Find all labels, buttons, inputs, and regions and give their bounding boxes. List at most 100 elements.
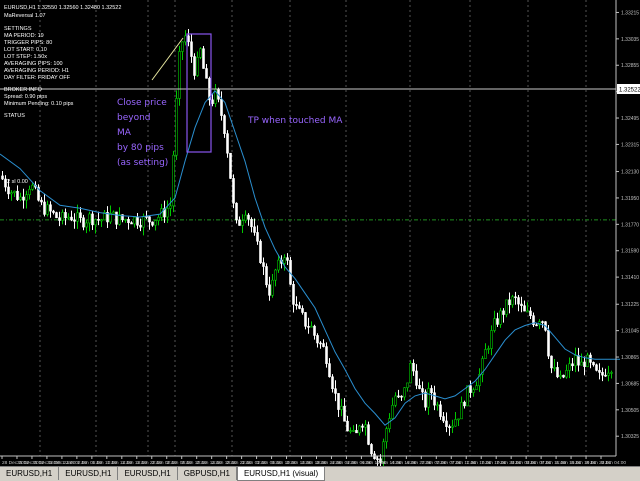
setting-averaging-pips: AVERAGING PIPS: 100 [4, 61, 63, 67]
candle-body [178, 51, 181, 99]
candle-body [58, 217, 61, 221]
candle-body [22, 196, 25, 201]
candle-body [25, 194, 28, 201]
candle-body [493, 318, 496, 331]
candle-body [124, 219, 127, 221]
candle-body [91, 213, 94, 226]
tab-gbpusd-h1[interactable]: GBPUSD,H1 [177, 467, 237, 480]
candle-body [166, 208, 169, 218]
candle-body [421, 388, 424, 393]
candle-body [142, 216, 145, 228]
candle-body [10, 192, 13, 195]
candle-body [256, 232, 259, 242]
candle-body [490, 330, 493, 349]
tab-eurusd-h1-1[interactable]: EURUSD,H1 [0, 467, 60, 480]
candle-body [562, 374, 565, 378]
candle-body [193, 56, 196, 76]
candle-body [358, 425, 361, 434]
setting-day-filter: DAY FILTER: FRIDAY OFF [4, 75, 71, 81]
y-tick-label: 1.30865 [621, 355, 639, 361]
candle-body [211, 99, 214, 104]
setting-ma-period: MA PERIOD: 19 [4, 33, 44, 39]
candle-body [232, 178, 235, 204]
candle-body [442, 416, 445, 422]
candle-body [175, 98, 178, 156]
y-tick-label: 1.31045 [621, 329, 639, 335]
candle-body [556, 367, 559, 378]
candle-body [16, 190, 19, 200]
candle-body [502, 310, 505, 315]
ea-name: MaReversal 1.07 [4, 13, 46, 19]
candle-body [571, 363, 574, 367]
candle-body [520, 303, 523, 307]
candle-body [199, 48, 202, 58]
candle-body [283, 257, 286, 264]
annotation-close-price-line5: (as setting) [117, 158, 168, 168]
setting-lot-start: LOT START: 0.10 [4, 47, 47, 53]
candle-body [466, 385, 469, 407]
candle-body [310, 325, 313, 328]
candle-body [136, 216, 139, 226]
candle-body [607, 372, 610, 376]
candle-body [253, 226, 256, 233]
setting-trigger-pips: TRIGGER PIPS: 80 [4, 40, 52, 46]
candle-body [454, 419, 457, 427]
candle-body [274, 269, 277, 281]
candle-body [235, 202, 238, 221]
candle-body [547, 329, 550, 357]
candle-body [550, 355, 553, 369]
candle-body [127, 219, 130, 224]
candle-body [88, 213, 91, 224]
y-tick-label: 1.32130 [621, 170, 639, 176]
candle-body [388, 418, 391, 429]
y-tick-label: 1.32315 [621, 142, 639, 148]
candle-body [583, 361, 586, 367]
candle-body [328, 363, 331, 378]
candle-body [115, 211, 118, 225]
candle-body [190, 41, 193, 57]
candle-body [316, 335, 319, 344]
candle-body [514, 296, 517, 299]
candle-body [31, 184, 34, 190]
candle-body [196, 57, 199, 76]
candle-body [313, 325, 316, 336]
y-tick-label: 1.32855 [621, 63, 639, 69]
candle-body [229, 152, 232, 179]
candle-body [241, 220, 244, 226]
candle-body [436, 404, 439, 407]
candle-body [580, 361, 583, 366]
candle-body [529, 310, 532, 316]
candle-body [148, 216, 151, 223]
candle-body [334, 388, 337, 394]
candle-body [370, 444, 373, 455]
candle-body [451, 425, 454, 428]
candle-body [553, 367, 556, 369]
candle-body [337, 393, 340, 410]
tab-eurusd-h1-3[interactable]: EURUSD,H1 [118, 467, 178, 480]
candle-body [463, 401, 466, 407]
candle-body [472, 389, 475, 393]
candle-body [319, 342, 322, 345]
candle-body [223, 115, 226, 134]
candle-body [517, 297, 520, 305]
candle-body [154, 220, 157, 226]
candle-body [346, 420, 349, 432]
tab-eurusd-h1-visual[interactable]: EURUSD,H1 (visual) [236, 467, 326, 481]
price-candles [1, 28, 613, 466]
candle-body [55, 212, 58, 219]
ma-line [0, 90, 620, 426]
y-tick-label: 1.31410 [621, 275, 639, 281]
tab-eurusd-h1-2[interactable]: EURUSD,H1 [59, 467, 119, 480]
candle-body [469, 385, 472, 393]
candle-body [565, 370, 568, 378]
candle-body [298, 305, 301, 309]
candle-body [457, 418, 460, 421]
candle-body [295, 304, 298, 306]
chart-grid [39, 0, 587, 456]
y-tick-label: 1.31225 [621, 302, 639, 308]
candle-body [244, 214, 247, 222]
y-tick-label: 1.30325 [621, 434, 639, 440]
candle-body [265, 266, 268, 286]
y-tick-label: 1.33215 [621, 10, 639, 16]
broker-min-pending: Minimum Pending: 0.10 pips [4, 101, 74, 107]
